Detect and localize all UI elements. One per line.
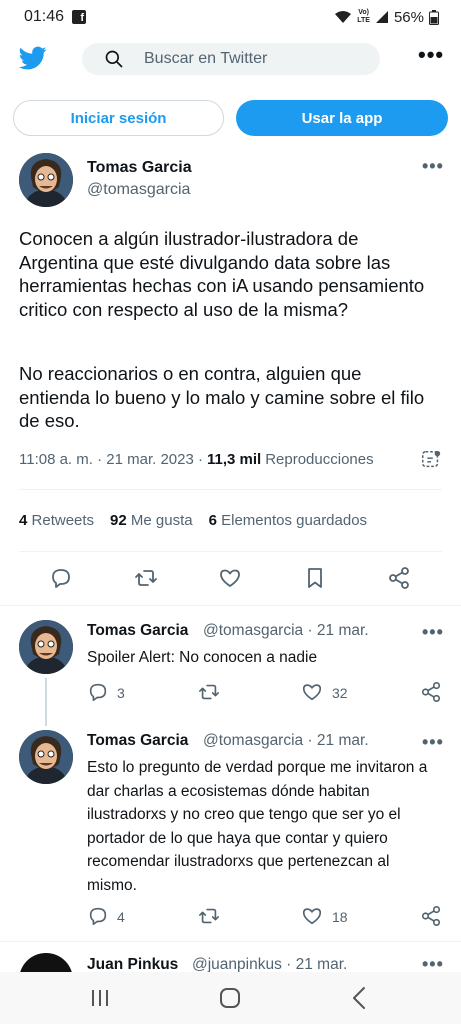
tweet-text-paragraph-1: Conocen a algún ilustrador-ilustradora d…: [19, 228, 425, 320]
retweet-icon[interactable]: [134, 566, 158, 590]
avatar-illustration-icon: [19, 620, 73, 674]
reply-text: Esto lo pregunto de verdad porque me inv…: [87, 759, 428, 894]
signal-icon: [375, 11, 388, 23]
wifi-icon: [335, 11, 352, 23]
tweet-views-label: Reproducciones: [265, 451, 374, 468]
battery-percent: 56%: [393, 8, 424, 26]
retweets-stat[interactable]: 4 Retweets: [19, 512, 94, 529]
bookmark-icon[interactable]: [303, 566, 327, 590]
analytics-icon[interactable]: [420, 449, 442, 471]
search-icon: [105, 50, 123, 68]
like-icon[interactable]: [218, 566, 242, 590]
divider: [0, 941, 461, 942]
search-input[interactable]: Buscar en Twitter: [82, 43, 380, 75]
reply-more-icon[interactable]: •••: [422, 622, 444, 643]
search-placeholder: Buscar en Twitter: [144, 50, 268, 67]
tweet-text-paragraph-2: No reaccionarios o en contra, alguien qu…: [19, 363, 425, 431]
avatar-illustration-icon: [19, 153, 73, 207]
tweet-author-name[interactable]: Tomas Garcia: [87, 159, 192, 177]
android-nav-bar: [0, 972, 461, 1024]
like-count: 32: [332, 685, 348, 701]
likes-count: 92: [110, 512, 127, 529]
avatar[interactable]: [19, 153, 73, 207]
reply-author-name[interactable]: Tomas Garcia: [87, 732, 188, 750]
home-icon[interactable]: [214, 982, 246, 1014]
reply-icon[interactable]: [49, 566, 73, 590]
reply-author-handle[interactable]: @tomasgarcia · 21 mar.: [203, 732, 369, 750]
login-button[interactable]: Iniciar sesión: [13, 100, 224, 136]
like-icon[interactable]: [301, 681, 323, 703]
avatar-illustration-icon: [19, 730, 73, 784]
likes-stat[interactable]: 92 Me gusta: [110, 512, 193, 529]
reply-more-icon[interactable]: •••: [422, 732, 444, 753]
retweets-label: Retweets: [31, 512, 95, 529]
tweet-stats: 4 Retweets 92 Me gusta 6 Elementos guard…: [19, 512, 367, 529]
volte-indicator: Vo) LTE: [357, 9, 370, 24]
retweet-icon[interactable]: [198, 905, 220, 927]
back-icon[interactable]: [344, 982, 376, 1014]
tweet-more-icon[interactable]: •••: [422, 156, 444, 177]
tweet-meta: 11:08 a. m. · 21 mar. 2023 · 11,3 mil Re…: [19, 451, 374, 468]
thread-line: [45, 678, 47, 726]
like-icon[interactable]: [301, 905, 323, 927]
reply-icon[interactable]: [87, 905, 109, 927]
recent-apps-icon[interactable]: [84, 982, 116, 1014]
status-right: Vo) LTE 56%: [334, 9, 439, 26]
reply-count: 4: [117, 909, 125, 925]
reply-count: 3: [117, 685, 125, 701]
status-time: 01:46: [24, 8, 65, 25]
divider: [19, 489, 442, 490]
tweet-timestamp[interactable]: 11:08 a. m. · 21 mar. 2023 ·: [19, 451, 203, 468]
retweets-count: 4: [19, 512, 28, 529]
battery-icon: [429, 9, 439, 25]
tweet-views-count: 11,3 mil: [206, 451, 262, 468]
reply-author-handle[interactable]: @tomasgarcia · 21 mar.: [203, 622, 369, 640]
like-count: 18: [332, 909, 348, 925]
top-bar: Buscar en Twitter •••: [0, 36, 461, 82]
reply-author-name[interactable]: Tomas Garcia: [87, 622, 188, 640]
divider: [19, 551, 442, 552]
share-icon[interactable]: [420, 681, 442, 703]
twitter-logo-icon[interactable]: [18, 44, 48, 72]
bookmarks-stat[interactable]: 6 Elementos guardados: [209, 512, 367, 529]
avatar[interactable]: [19, 730, 73, 784]
share-icon[interactable]: [420, 905, 442, 927]
bookmarks-count: 6: [208, 512, 217, 529]
status-left: 01:46 f: [24, 8, 87, 26]
status-bar: 01:46 f Vo) LTE 56%: [0, 0, 461, 34]
likes-label: Me gusta: [130, 512, 193, 529]
more-options-icon[interactable]: •••: [418, 42, 444, 68]
reply-text: Spoiler Alert: No conocen a nadie: [87, 649, 318, 666]
facebook-notification-icon: f: [72, 10, 87, 24]
use-app-button[interactable]: Usar la app: [236, 100, 448, 136]
bookmarks-label: Elementos guardados: [221, 512, 368, 529]
share-icon[interactable]: [387, 566, 411, 590]
retweet-icon[interactable]: [198, 681, 220, 703]
divider: [0, 605, 461, 606]
reply-icon[interactable]: [87, 681, 109, 703]
tweet-author-handle[interactable]: @tomasgarcia: [87, 181, 190, 199]
avatar[interactable]: [19, 620, 73, 674]
